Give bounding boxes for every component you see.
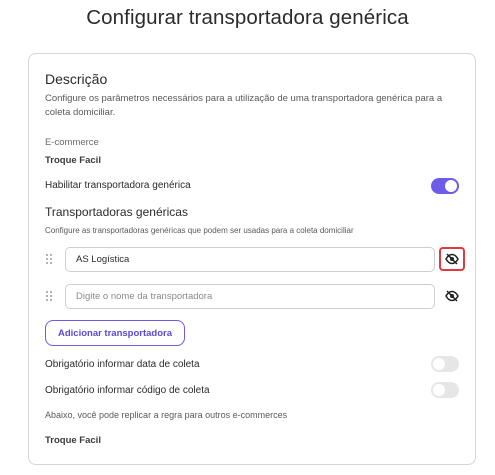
replicate-note: Abaixo, você pode replicar a regra para … bbox=[45, 410, 288, 420]
enable-generic-label: Habilitar transportadora genérica bbox=[45, 180, 191, 191]
toggle-knob bbox=[445, 180, 457, 192]
drag-handle-icon[interactable] bbox=[46, 291, 54, 301]
required-pickup-date-toggle[interactable] bbox=[431, 356, 459, 372]
carrier-name-input-2[interactable] bbox=[65, 284, 435, 309]
toggle-visibility-button-2[interactable] bbox=[439, 284, 465, 308]
carrier-name-input-1[interactable] bbox=[65, 247, 435, 272]
page-title: Configurar transportadora genérica bbox=[86, 6, 409, 29]
toggle-knob bbox=[433, 384, 445, 396]
eye-off-icon bbox=[445, 253, 459, 265]
description-text: Configure os parâmetros necessários para… bbox=[45, 93, 443, 118]
enable-generic-toggle[interactable] bbox=[431, 178, 459, 194]
description-title: Descrição bbox=[45, 71, 108, 87]
toggle-visibility-button-1[interactable] bbox=[439, 247, 465, 271]
ecommerce-value: Troque Facil bbox=[45, 155, 101, 166]
required-pickup-date-label: Obrigatório informar data de coleta bbox=[45, 359, 200, 370]
drag-handle-icon[interactable] bbox=[46, 254, 54, 264]
required-pickup-code-toggle[interactable] bbox=[431, 382, 459, 398]
replicate-ecommerce-value: Troque Facil bbox=[45, 435, 101, 446]
ecommerce-label: E-commerce bbox=[45, 137, 99, 148]
eye-off-icon bbox=[445, 290, 459, 302]
generic-carriers-title: Transportadoras genéricas bbox=[45, 205, 188, 219]
config-card: Descrição Configure os parâmetros necess… bbox=[28, 53, 476, 465]
toggle-knob bbox=[433, 358, 445, 370]
required-pickup-code-label: Obrigatório informar código de coleta bbox=[45, 385, 210, 396]
generic-carriers-text: Configure as transportadoras genéricas q… bbox=[45, 226, 354, 235]
add-carrier-button[interactable]: Adicionar transportadora bbox=[45, 320, 185, 346]
